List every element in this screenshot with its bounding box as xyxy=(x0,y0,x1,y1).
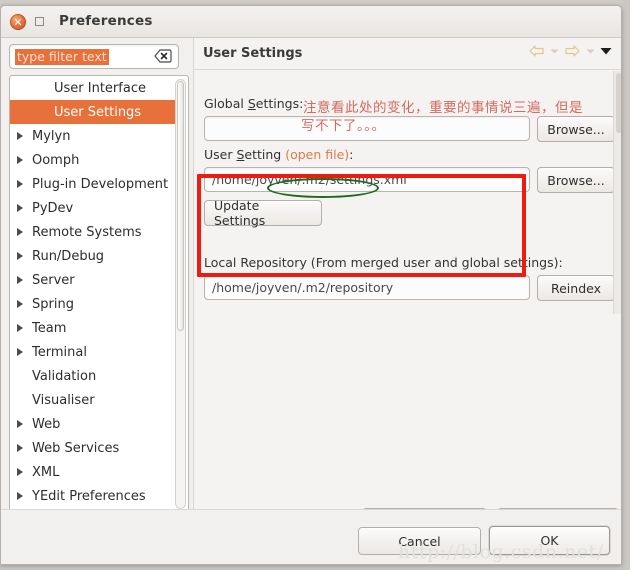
sidebar-item-visualiser[interactable]: Visualiser xyxy=(10,388,176,412)
tree-vertical-scrollbar[interactable] xyxy=(175,79,186,509)
sidebar-item-pydev[interactable]: PyDev xyxy=(10,196,176,220)
user-setting-input[interactable]: /home/joyven/.m2/settings.xml xyxy=(204,167,530,192)
expand-triangle-icon[interactable] xyxy=(10,419,30,429)
reindex-button[interactable]: Reindex xyxy=(537,275,615,301)
sidebar-item-remote-systems[interactable]: Remote Systems xyxy=(10,220,176,244)
update-settings-button[interactable]: Update Settings xyxy=(204,198,322,228)
sidebar-item-spring[interactable]: Spring xyxy=(10,292,176,316)
sidebar-item-label: Run/Debug xyxy=(32,248,105,264)
page-title: User Settings xyxy=(203,46,303,61)
preferences-tree[interactable]: User Interface User Settings Mylyn Oomph Plu… xyxy=(9,75,189,525)
clear-text-icon[interactable] xyxy=(154,49,172,63)
sidebar-item-label: Terminal xyxy=(32,344,87,360)
sidebar-item-label: XML xyxy=(32,464,60,480)
expand-triangle-icon[interactable] xyxy=(10,179,30,189)
sidebar-item-oomph[interactable]: Oomph xyxy=(10,148,176,172)
sidebar-item-validation[interactable]: Validation xyxy=(10,364,176,388)
sidebar-item-label: Plug-in Development xyxy=(32,176,169,192)
user-setting-browse-button[interactable]: Browse... xyxy=(537,167,615,193)
sidebar-item-label: PyDev xyxy=(32,200,74,216)
annotation-chinese-line2: 写不下了。。。 xyxy=(301,118,386,134)
local-repository-label: Local Repository (From merged user and g… xyxy=(204,255,563,270)
sidebar-item-label: Team xyxy=(32,320,67,336)
sidebar-item-team[interactable]: Team xyxy=(10,316,176,340)
cancel-button[interactable]: Cancel xyxy=(358,527,481,555)
sidebar-item-web[interactable]: Web xyxy=(10,412,176,436)
back-chevron-down-icon[interactable] xyxy=(550,48,559,55)
sidebar-item-label: YEdit Preferences xyxy=(32,488,146,504)
user-setting-label: User Setting (open file): xyxy=(204,147,354,162)
panel-vertical-scrollbar[interactable] xyxy=(613,71,621,314)
sidebar-item-mylyn[interactable]: Mylyn xyxy=(10,124,176,148)
expand-triangle-icon[interactable] xyxy=(10,443,30,453)
preferences-window: ✕ Preferences type filter text User Inte… xyxy=(0,5,622,565)
global-settings-label: Global Settings: xyxy=(204,96,304,111)
filter-box[interactable]: type filter text xyxy=(9,44,179,69)
preferences-sidebar: type filter text User Interface User Sett… xyxy=(9,44,189,541)
forward-chevron-down-icon[interactable] xyxy=(586,48,595,55)
expand-triangle-icon[interactable] xyxy=(10,227,30,237)
open-file-link[interactable]: (open file) xyxy=(285,147,349,162)
sidebar-item-label: Server xyxy=(32,272,75,288)
panel-vertical-scroll-thumb[interactable] xyxy=(616,73,621,133)
sidebar-item-terminal[interactable]: Terminal xyxy=(10,340,176,364)
expand-triangle-icon[interactable] xyxy=(10,251,30,261)
sidebar-item-label: User Interface xyxy=(54,80,146,96)
expand-triangle-icon[interactable] xyxy=(10,131,30,141)
settings-panel-header: User Settings xyxy=(194,38,621,70)
local-repository-input[interactable]: /home/joyven/.m2/repository xyxy=(204,275,530,300)
expand-triangle-icon[interactable] xyxy=(10,275,30,285)
annotation-chinese-line1: 注意看此处的变化，重要的事情说三遍，但是 xyxy=(303,100,583,116)
sidebar-item-label: Web xyxy=(32,416,61,432)
sidebar-item-user-interface[interactable]: User Interface xyxy=(10,76,176,100)
sidebar-item-web-services[interactable]: Web Services xyxy=(10,436,176,460)
window-body: type filter text User Interface User Sett… xyxy=(1,38,621,564)
window-title: Preferences xyxy=(59,13,153,29)
maximize-icon[interactable] xyxy=(33,15,47,29)
settings-panel-content: Global Settings: Browse... User Setting … xyxy=(194,70,621,564)
sidebar-item-label: Visualiser xyxy=(32,392,95,408)
preferences-tree-list: User Interface User Settings Mylyn Oomph Plu… xyxy=(10,76,176,512)
expand-triangle-icon[interactable] xyxy=(10,203,30,213)
view-menu-triangle-icon[interactable] xyxy=(600,47,612,55)
expand-triangle-icon[interactable] xyxy=(10,467,30,477)
forward-arrow-icon[interactable] xyxy=(564,44,581,58)
sidebar-item-label: Spring xyxy=(32,296,74,312)
panel-navigation xyxy=(528,44,612,58)
sidebar-item-run-debug[interactable]: Run/Debug xyxy=(10,244,176,268)
ok-button[interactable]: OK xyxy=(489,526,610,555)
screenshot-root: ✕ Preferences type filter text User Inte… xyxy=(0,0,630,570)
sidebar-item-server[interactable]: Server xyxy=(10,268,176,292)
sidebar-item-label: User Settings xyxy=(54,104,142,120)
dialog-footer: Cancel OK xyxy=(1,510,621,564)
sidebar-item-label: Mylyn xyxy=(32,128,71,144)
sidebar-item-label: Web Services xyxy=(32,440,120,456)
back-arrow-icon[interactable] xyxy=(528,44,545,58)
expand-triangle-icon[interactable] xyxy=(10,299,30,309)
filter-input[interactable]: type filter text xyxy=(15,49,109,65)
global-settings-browse-button[interactable]: Browse... xyxy=(537,116,615,142)
sidebar-item-xml[interactable]: XML xyxy=(10,460,176,484)
sidebar-item-label: Validation xyxy=(32,368,97,384)
sidebar-item-label: Remote Systems xyxy=(32,224,142,240)
expand-triangle-icon[interactable] xyxy=(10,155,30,165)
sidebar-item-label: Oomph xyxy=(32,152,80,168)
sidebar-item-user-settings[interactable]: User Settings xyxy=(10,100,176,124)
sidebar-item-plug-in-development[interactable]: Plug-in Development xyxy=(10,172,176,196)
close-icon[interactable]: ✕ xyxy=(10,14,26,30)
expand-triangle-icon[interactable] xyxy=(10,491,30,501)
expand-triangle-icon[interactable] xyxy=(10,347,30,357)
window-titlebar: ✕ Preferences xyxy=(1,6,621,38)
tree-vertical-scroll-thumb[interactable] xyxy=(177,81,184,331)
sidebar-item-yedit-preferences[interactable]: YEdit Preferences xyxy=(10,484,176,508)
desktop-background-right xyxy=(622,0,630,570)
expand-triangle-icon[interactable] xyxy=(10,323,30,333)
